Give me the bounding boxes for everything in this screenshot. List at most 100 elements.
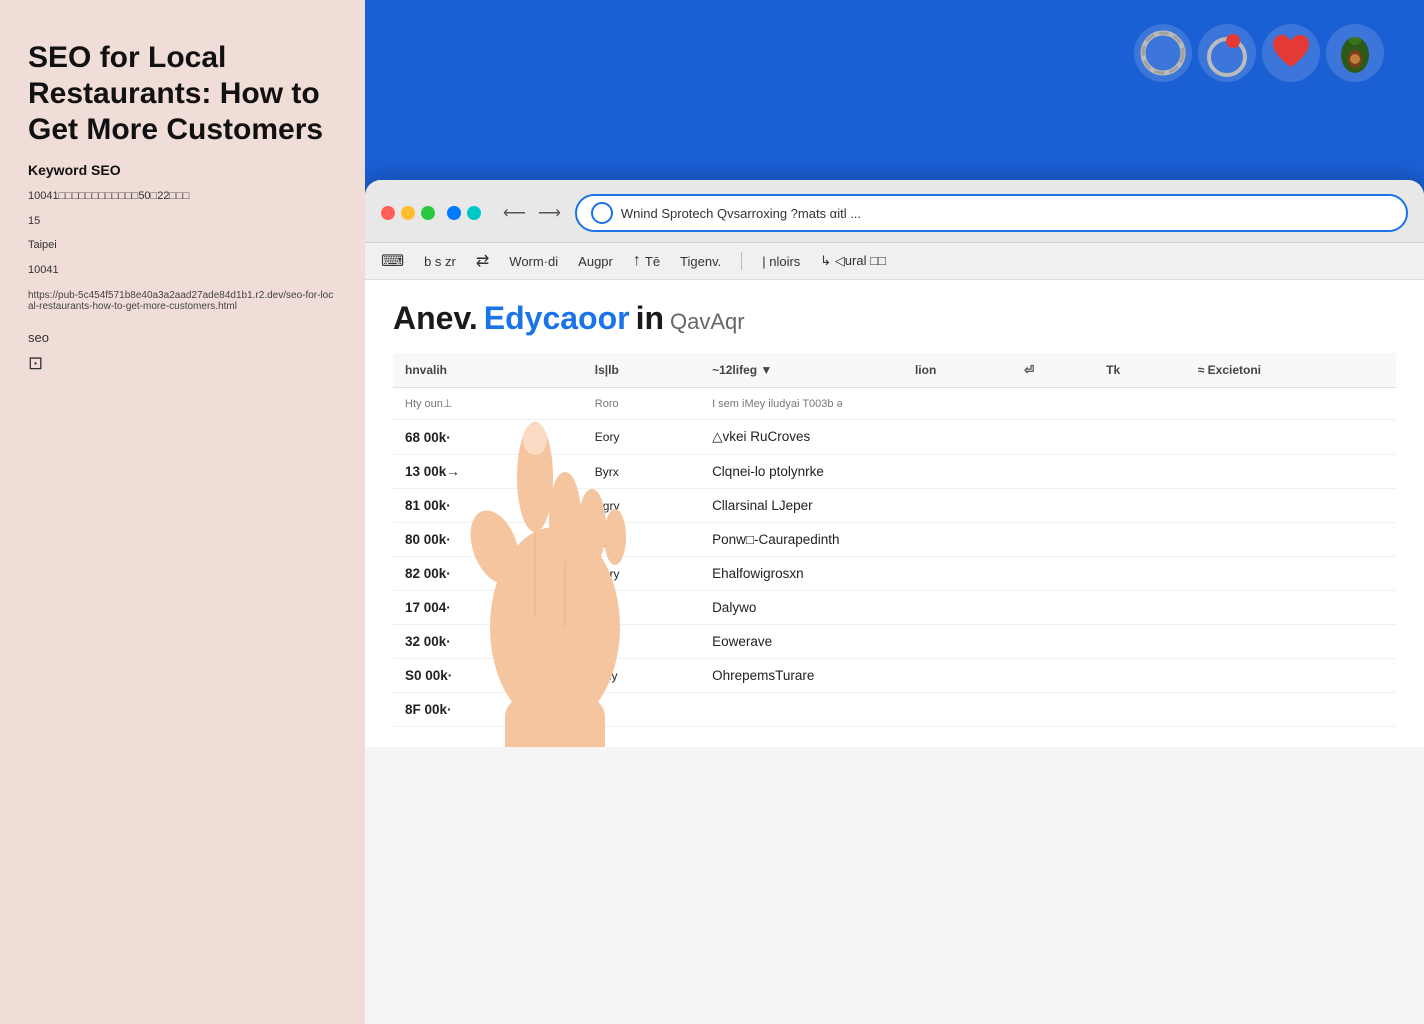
cell-rank: 80 00k·	[393, 523, 583, 557]
cell-desc: Ponw□-Caurapedinth	[700, 523, 1396, 557]
table-subheader-row: Hty oun⊥ Roro I sem iMey iludyai T003b ə	[393, 388, 1396, 420]
col-header-7: ≈ Excietoni	[1186, 353, 1396, 388]
nav-arrows: ⟵ ⟶	[499, 201, 565, 225]
table-header-row: hnvalih ls|lb ~12lifeg ▼ lion ⏎ Tk ≈ Exc…	[393, 353, 1396, 388]
subheader-2: Roro	[583, 388, 700, 420]
heading-part4: QavAqr	[670, 309, 745, 335]
browser-toolbar: ⌨ b s zr ⇄ Worm·di Augpr ↑ Tē Tigenv.	[365, 243, 1424, 280]
toolbar-label-augpr: Augpr	[578, 254, 613, 269]
cell-desc: △vkei RuCroves	[700, 420, 1396, 455]
cell-rank: 13 00k→	[393, 455, 583, 489]
col-header-4: lion	[903, 353, 1012, 388]
cell-url: Byrx	[583, 455, 700, 489]
cell-rank: 17 004·	[393, 591, 583, 625]
avocado-icon	[1326, 24, 1384, 82]
toolbar-item-augpr[interactable]: Augpr	[578, 254, 613, 269]
nav-forward-button[interactable]: ⟶	[534, 201, 565, 225]
col-header-2: ls|lb	[583, 353, 700, 388]
browser-chrome: ⟵ ⟶ Wnind Sprotech Qvsarroxing ?mats αit…	[365, 180, 1424, 243]
col-header-6: Tk	[1094, 353, 1186, 388]
swap-icon: ⇄	[476, 251, 489, 271]
toolbar-item-1[interactable]: ⌨	[381, 251, 404, 271]
toolbar-label-tigenv: Tigenv.	[680, 254, 721, 269]
sidebar-meta-line2: 15	[28, 213, 337, 230]
table-row: S0 00k·NillyOhrepemsTurare	[393, 659, 1396, 693]
cell-url	[583, 693, 700, 727]
table-body: 68 00k·Eory△vkei RuCroves13 00k→ByrxClqn…	[393, 420, 1396, 727]
toolbar-separator	[741, 252, 742, 270]
toolbar-label-2: b s zr	[424, 254, 456, 269]
toolbar-item-2[interactable]: b s zr	[424, 254, 456, 269]
cell-rank: 32 00k·	[393, 625, 583, 659]
cell-desc: OhrepemsTurare	[700, 659, 1396, 693]
table-row: 80 00k·BylgPonw□-Caurapedinth	[393, 523, 1396, 557]
cell-url: Bylg	[583, 523, 700, 557]
nav-back-button[interactable]: ⟵	[499, 201, 530, 225]
col-header-3: ~12lifeg ▼	[700, 353, 903, 388]
browser-icons-row	[1134, 24, 1384, 82]
cell-url: Bury	[583, 557, 700, 591]
main-area: ⟵ ⟶ Wnind Sprotech Qvsarroxing ?mats αit…	[365, 0, 1424, 1024]
address-bar[interactable]: Wnind Sprotech Qvsarroxing ?mats αitl ..…	[575, 194, 1408, 232]
cell-url: Nilly	[583, 659, 700, 693]
address-text: Wnind Sprotech Qvsarroxing ?mats αitl ..…	[621, 206, 1392, 221]
cell-rank: 81 00k·	[393, 489, 583, 523]
sidebar-tag: seo	[28, 330, 337, 345]
cell-desc: Dalywo	[700, 591, 1396, 625]
traffic-light-red[interactable]	[381, 206, 395, 220]
table-row: 13 00k→ByrxClqnei-lo ptolynrke	[393, 455, 1396, 489]
blue-header	[365, 0, 1424, 180]
address-icon	[591, 202, 613, 224]
browser-content: Anev. Edycaoor in QavAqr hnvalih ls|lb ~…	[365, 280, 1424, 747]
sidebar-url: https://pub-5c454f571b8e40a3a2aad27ade84…	[28, 290, 337, 312]
col-header-5: ⏎	[1012, 353, 1094, 388]
toolbar-item-tigenv[interactable]: Tigenv.	[680, 254, 721, 269]
traffic-light-cyan[interactable]	[467, 206, 481, 220]
traffic-light-blue[interactable]	[447, 206, 461, 220]
toolbar-item-worm[interactable]: Worm·di	[509, 254, 558, 269]
cell-desc: Eowerave	[700, 625, 1396, 659]
heading-part2: Edycaoor	[484, 300, 630, 337]
traffic-light-yellow[interactable]	[401, 206, 415, 220]
toolbar-label-worm: Worm·di	[509, 254, 558, 269]
red-dot-icon	[1198, 24, 1256, 82]
table-row: 8F 00k·	[393, 693, 1396, 727]
upload-icon: ↑	[633, 252, 641, 270]
table-row: 32 00k·BoryEowerave	[393, 625, 1396, 659]
sidebar: SEO for Local Restaurants: How to Get Mo…	[0, 0, 365, 1024]
col-header-1: hnvalih	[393, 353, 583, 388]
sidebar-meta-line1: 10041□□□□□□□□□□□□50□22□□□	[28, 188, 337, 205]
toolbar-label-nloirs: | nloirs	[762, 254, 800, 269]
heading-part3: in	[636, 300, 664, 337]
toolbar-item-ural[interactable]: ↳ ◁ural □□	[820, 253, 886, 269]
toolbar-item-3[interactable]: ⇄	[476, 251, 489, 271]
toolbar-item-nloirs[interactable]: | nloirs	[762, 254, 800, 269]
cell-url: Eory	[583, 420, 700, 455]
cell-desc: Ehalfowigrosxn	[700, 557, 1396, 591]
traffic-lights	[381, 206, 481, 220]
heart-icon	[1262, 24, 1320, 82]
sidebar-title: SEO for Local Restaurants: How to Get Mo…	[28, 40, 337, 148]
subheader-3: I sem iMey iludyai T003b ə	[700, 388, 1396, 420]
cell-url: Egry	[583, 489, 700, 523]
table-row: 68 00k·Eory△vkei RuCroves	[393, 420, 1396, 455]
circle-outline-icon	[1134, 24, 1192, 82]
browser-window: ⟵ ⟶ Wnind Sprotech Qvsarroxing ?mats αit…	[365, 180, 1424, 1024]
page-heading: Anev. Edycaoor in QavAqr	[393, 300, 1396, 337]
cell-desc: Clqnei-lo ptolynrke	[700, 455, 1396, 489]
data-table: hnvalih ls|lb ~12lifeg ▼ lion ⏎ Tk ≈ Exc…	[393, 353, 1396, 727]
cell-rank: S0 00k·	[393, 659, 583, 693]
table-row: 81 00k·EgryCllarsinal LJeper	[393, 489, 1396, 523]
cell-url: Bory	[583, 625, 700, 659]
toolbar-label-ural: ↳ ◁ural □□	[820, 253, 886, 269]
cell-rank: 68 00k·	[393, 420, 583, 455]
keyboard-icon: ⌨	[381, 251, 404, 271]
sidebar-icon: ⊡	[28, 353, 337, 374]
toolbar-item-te[interactable]: ↑ Tē	[633, 252, 660, 270]
subheader-1: Hty oun⊥	[393, 388, 583, 420]
traffic-light-green[interactable]	[421, 206, 435, 220]
toolbar-label-te: Tē	[645, 254, 660, 269]
cell-desc	[700, 693, 1396, 727]
cell-rank: 82 00k·	[393, 557, 583, 591]
cell-rank: 8F 00k·	[393, 693, 583, 727]
